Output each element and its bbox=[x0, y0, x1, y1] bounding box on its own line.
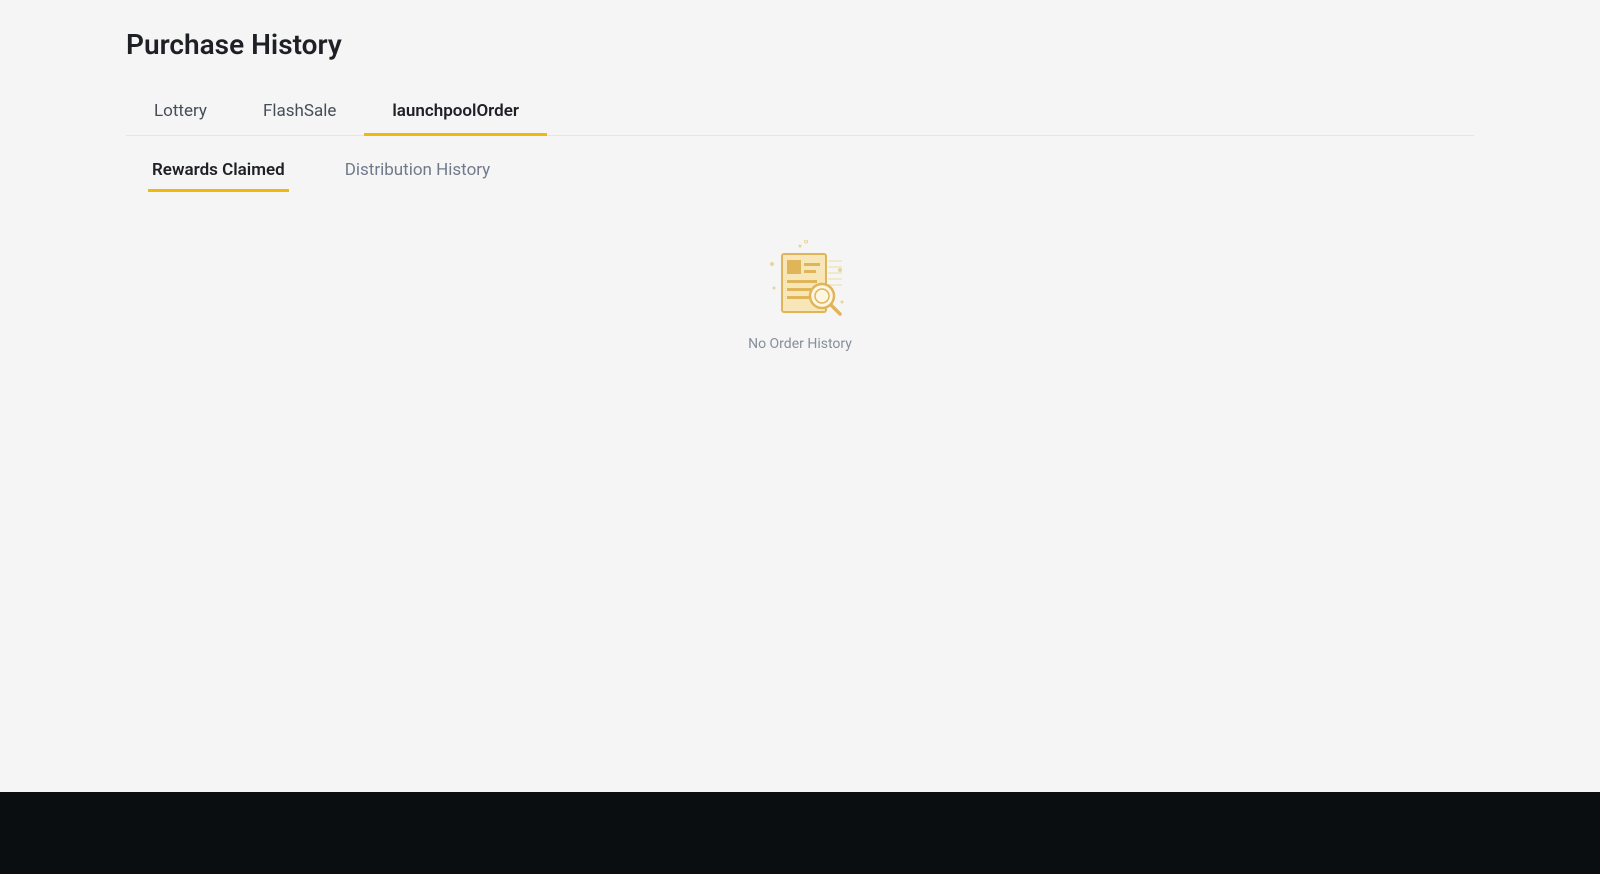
primary-tabs: Lottery FlashSale launchpoolOrder bbox=[126, 89, 1474, 136]
subtab-rewards-claimed[interactable]: Rewards Claimed bbox=[152, 160, 285, 192]
tab-launchpool-order[interactable]: launchpoolOrder bbox=[364, 89, 547, 135]
tab-flashsale[interactable]: FlashSale bbox=[235, 89, 364, 135]
empty-state: No Order History bbox=[126, 240, 1474, 352]
page-title: Purchase History bbox=[126, 28, 1474, 61]
secondary-tabs: Rewards Claimed Distribution History bbox=[126, 160, 1474, 192]
empty-state-icon bbox=[752, 240, 848, 322]
footer-bar bbox=[0, 792, 1600, 874]
subtab-distribution-history[interactable]: Distribution History bbox=[345, 160, 491, 192]
tab-lottery[interactable]: Lottery bbox=[126, 89, 235, 135]
page-container: Purchase History Lottery FlashSale launc… bbox=[0, 0, 1600, 352]
empty-state-text: No Order History bbox=[748, 336, 852, 352]
